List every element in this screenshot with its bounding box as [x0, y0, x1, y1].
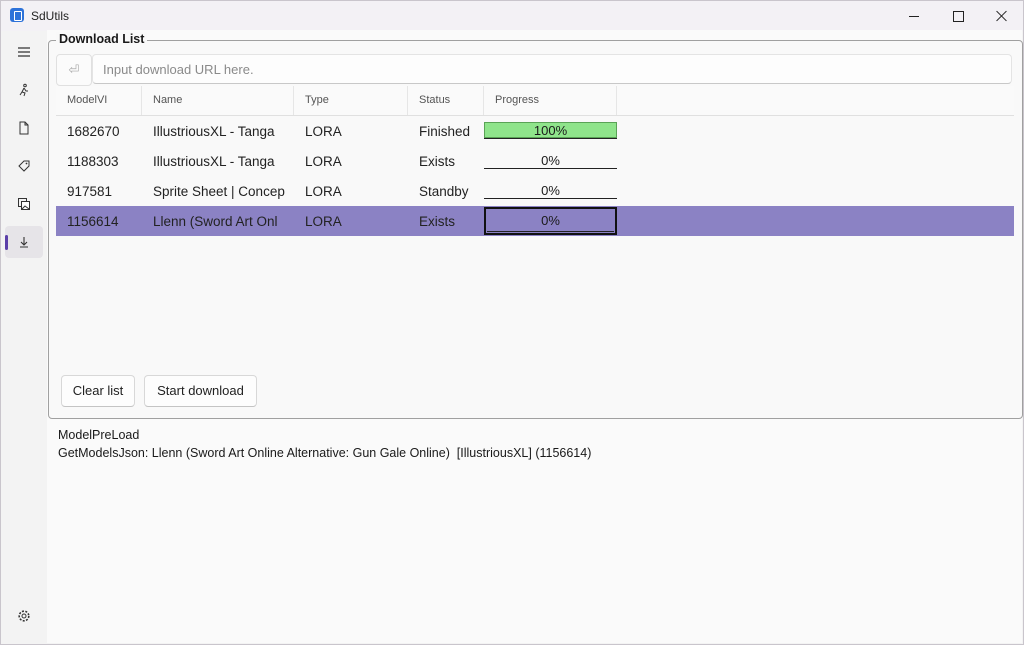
url-input-row: ⏎ [56, 54, 1014, 86]
title-bar[interactable]: SdUtils [1, 1, 1023, 31]
runner-icon [19, 83, 28, 97]
download-table: ModelVI Name Type Status Progress 168267… [56, 86, 1014, 236]
progress-bar: 0% [484, 182, 617, 199]
log-output: ModelPreLoad GetModelsJson: Llenn (Sword … [58, 426, 591, 462]
table-row[interactable]: 1682670 IllustriousXL - Tanga LORA Finis… [56, 116, 1014, 146]
table-row[interactable]: 917581 Sprite Sheet | Concep LORA Standb… [56, 176, 1014, 206]
cell-status: Exists [419, 214, 456, 229]
progress-bar: 100% [484, 122, 617, 139]
cell-name: IllustriousXL - Tanga [153, 154, 275, 169]
cell-type: LORA [305, 214, 342, 229]
log-line: ModelPreLoad [58, 428, 140, 442]
cell-type: LORA [305, 184, 342, 199]
nav-item-document[interactable] [5, 112, 43, 144]
cell-modelvi: 917581 [67, 184, 113, 199]
progress-label: 0% [541, 183, 560, 198]
maximize-button[interactable] [935, 1, 981, 31]
maximize-icon [952, 10, 964, 22]
cell-type: LORA [305, 124, 342, 139]
table-header: ModelVI Name Type Status Progress [56, 86, 1014, 116]
start-download-button[interactable]: Start download [144, 375, 257, 407]
cell-modelvi: 1188303 [67, 154, 119, 169]
cell-type: LORA [305, 154, 342, 169]
close-icon [996, 10, 1008, 22]
cell-status: Standby [419, 184, 469, 199]
cell-status: Finished [419, 124, 471, 139]
column-header-name[interactable]: Name [142, 86, 294, 115]
sidebar-nav [1, 31, 47, 644]
nav-item-download[interactable] [5, 226, 43, 258]
cell-modelvi: 1682670 [67, 124, 120, 139]
hamburger-menu-icon [18, 47, 30, 57]
table-row[interactable]: 1188303 IllustriousXL - Tanga LORA Exist… [56, 146, 1014, 176]
document-icon [19, 121, 29, 135]
close-button[interactable] [979, 1, 1024, 31]
image-gallery-icon [18, 198, 30, 210]
progress-bar: 0% [484, 152, 617, 169]
enter-url-button[interactable]: ⏎ [56, 54, 92, 86]
minimize-icon [909, 15, 919, 17]
window-title: SdUtils [31, 9, 70, 23]
cell-status: Exists [419, 154, 456, 169]
enter-icon: ⏎ [68, 62, 80, 77]
column-header-progress[interactable]: Progress [484, 86, 617, 115]
cell-name: Sprite Sheet | Concep [153, 184, 285, 199]
progress-bar: 0% [484, 207, 617, 235]
nav-menu-toggle[interactable] [5, 36, 43, 68]
log-line: GetModelsJson: Llenn (Sword Art Online A… [58, 446, 592, 460]
nav-item-settings[interactable] [5, 600, 43, 632]
progress-label: 100% [533, 123, 568, 138]
column-header-status[interactable]: Status [408, 86, 484, 115]
column-header-type[interactable]: Type [294, 86, 408, 115]
minimize-button[interactable] [891, 1, 937, 31]
cell-name: Llenn (Sword Art Onl [153, 214, 278, 229]
cell-name: IllustriousXL - Tanga [153, 124, 275, 139]
cell-modelvi: 1156614 [67, 214, 119, 229]
nav-item-runner[interactable] [5, 74, 43, 106]
progress-label: 0% [541, 213, 560, 228]
download-icon [20, 237, 28, 248]
gear-icon [18, 610, 30, 622]
app-logo-icon [10, 8, 24, 22]
download-list-title: Download List [56, 32, 148, 46]
progress-label: 0% [541, 153, 560, 168]
clear-list-button[interactable]: Clear list [61, 375, 135, 407]
url-input[interactable] [92, 54, 1012, 84]
tag-icon [18, 160, 30, 172]
column-header-modelvi[interactable]: ModelVI [56, 86, 142, 115]
nav-item-images[interactable] [5, 188, 43, 220]
table-row-selected[interactable]: 1156614 Llenn (Sword Art Onl LORA Exists… [56, 206, 1014, 236]
nav-item-tags[interactable] [5, 150, 43, 182]
